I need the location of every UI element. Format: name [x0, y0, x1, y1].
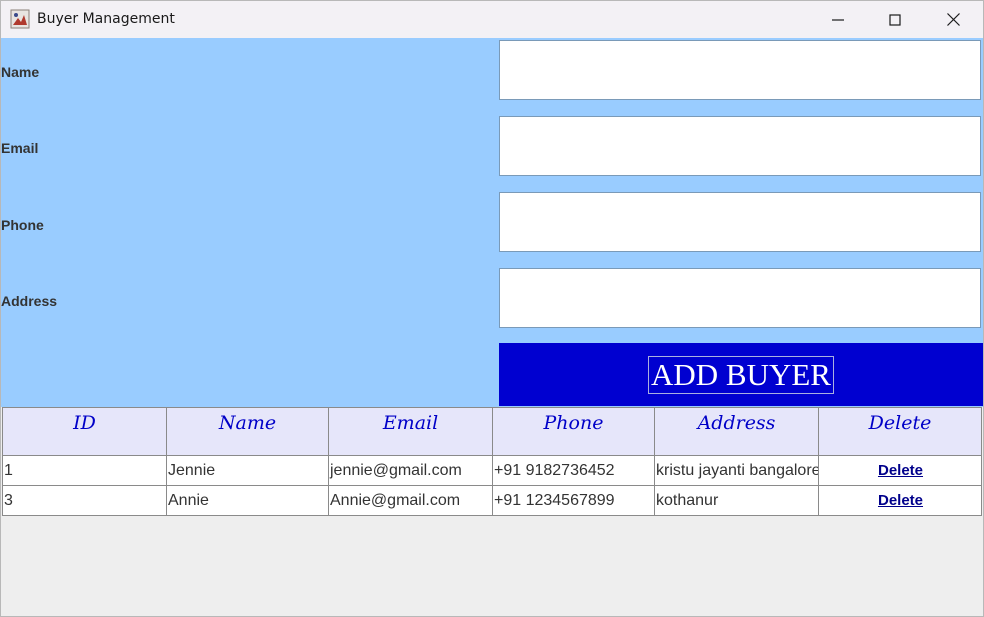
cell-phone[interactable]: +91 1234567899 [492, 485, 655, 516]
cell-address[interactable]: kothanur [654, 485, 819, 516]
buyer-form: Name Email Phone Address ADD BUYER [1, 38, 983, 407]
column-header-phone[interactable]: Phone [492, 407, 655, 456]
cell-phone[interactable]: +91 9182736452 [492, 455, 655, 486]
cell-name[interactable]: Annie [166, 485, 329, 516]
cell-address[interactable]: kristu jayanti bangalore [654, 455, 819, 486]
address-label: Address [1, 293, 58, 309]
maximize-button[interactable] [866, 1, 924, 38]
cell-id[interactable]: 3 [2, 485, 167, 516]
buyer-management-window: Buyer Management Name Email Phone Addres… [0, 0, 984, 617]
email-label: Email [1, 140, 39, 156]
name-field[interactable] [499, 40, 981, 100]
maximize-icon [889, 13, 901, 26]
phone-label: Phone [1, 217, 44, 233]
cell-delete: Delete [818, 485, 982, 516]
add-buyer-button-label: ADD BUYER [648, 355, 834, 394]
cell-delete: Delete [818, 455, 982, 486]
minimize-icon [832, 18, 844, 21]
java-app-icon [10, 9, 30, 29]
minimize-button[interactable] [809, 1, 867, 38]
buyers-table: ID Name Email Phone Address Delete 1 Jen… [2, 407, 982, 516]
close-icon [946, 13, 960, 26]
address-field[interactable] [499, 268, 981, 328]
delete-link[interactable]: Delete [878, 492, 923, 509]
email-field[interactable] [499, 116, 981, 176]
phone-field[interactable] [499, 192, 981, 252]
cell-id[interactable]: 1 [2, 455, 167, 486]
close-button[interactable] [924, 1, 982, 38]
column-header-name[interactable]: Name [166, 407, 329, 456]
add-buyer-button[interactable]: ADD BUYER [499, 343, 983, 406]
table-row[interactable]: 1 Jennie jennie@gmail.com +91 9182736452… [2, 455, 982, 486]
table-header-row: ID Name Email Phone Address Delete [2, 407, 982, 456]
cell-email[interactable]: jennie@gmail.com [328, 455, 493, 486]
column-header-address[interactable]: Address [654, 407, 819, 456]
table-row[interactable]: 3 Annie Annie@gmail.com +91 1234567899 k… [2, 485, 982, 516]
cell-email[interactable]: Annie@gmail.com [328, 485, 493, 516]
column-header-email[interactable]: Email [328, 407, 493, 456]
name-label: Name [1, 64, 40, 80]
column-header-delete[interactable]: Delete [818, 407, 982, 456]
cell-name[interactable]: Jennie [166, 455, 329, 486]
delete-link[interactable]: Delete [878, 462, 923, 479]
window-title: Buyer Management [37, 11, 175, 27]
column-header-id[interactable]: ID [2, 407, 167, 456]
buyers-table-area: ID Name Email Phone Address Delete 1 Jen… [1, 407, 983, 616]
title-bar: Buyer Management [1, 1, 983, 38]
